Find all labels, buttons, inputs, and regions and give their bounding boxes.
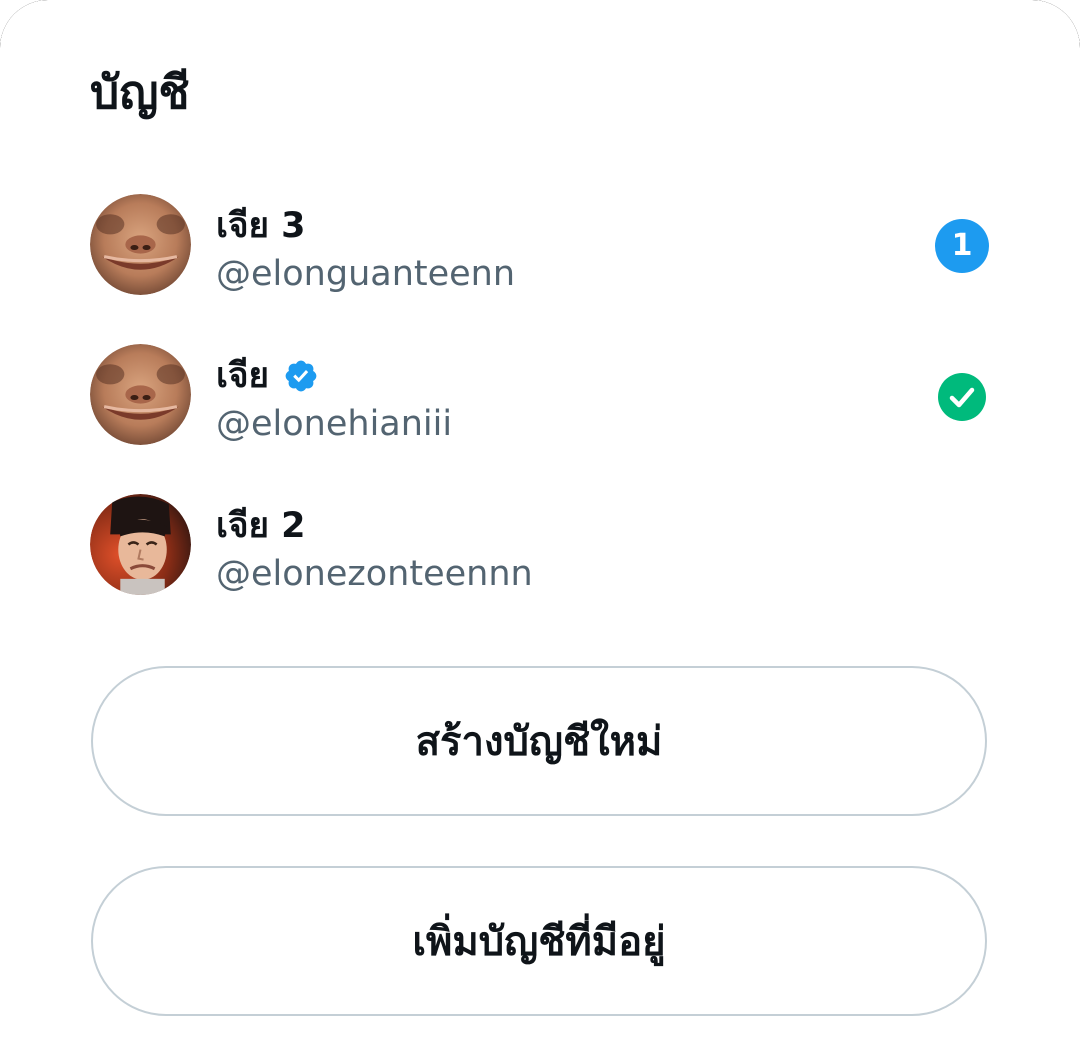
display-name: เจีย 2 xyxy=(216,506,306,546)
add-existing-account-label: เพิ่มบัญชีที่มีอยู่ xyxy=(412,919,666,965)
account-name-line: เจีย 3 xyxy=(216,204,306,248)
active-account-check-icon xyxy=(938,373,986,421)
create-account-button[interactable]: สร้างบัญชีใหม่ xyxy=(91,666,987,816)
account-row[interactable]: เจีย 3 @elonguanteenn 1 xyxy=(0,170,1080,320)
account-handle: @elonehianiii xyxy=(216,404,453,444)
display-name: เจีย 3 xyxy=(216,206,306,246)
create-account-label: สร้างบัญชีใหม่ xyxy=(415,719,663,765)
verified-badge-icon xyxy=(283,358,319,394)
notification-count-badge: 1 xyxy=(935,219,989,273)
account-handle: @elonezonteennn xyxy=(216,554,533,594)
account-row[interactable]: เจีย @elonehianiii xyxy=(0,320,1080,470)
account-switcher-sheet: บัญชี เจีย 3 @elonguanteenn 1 เจีย @elon… xyxy=(0,0,1080,1039)
avatar xyxy=(90,344,191,445)
add-existing-account-button[interactable]: เพิ่มบัญชีที่มีอยู่ xyxy=(91,866,987,1016)
account-handle: @elonguanteenn xyxy=(216,254,516,294)
avatar xyxy=(90,194,191,295)
account-name-line: เจีย xyxy=(216,354,319,398)
face-avatar-stretched-icon xyxy=(90,194,191,295)
account-row[interactable]: เจีย 2 @elonezonteennn xyxy=(0,470,1080,620)
face-avatar-grimace-icon xyxy=(90,494,191,595)
display-name: เจีย xyxy=(216,356,269,396)
account-name-line: เจีย 2 xyxy=(216,504,306,548)
face-avatar-stretched-icon xyxy=(90,344,191,445)
sheet-title: บัญชี xyxy=(90,65,190,119)
avatar xyxy=(90,494,191,595)
sheet-panel: บัญชี เจีย 3 @elonguanteenn 1 เจีย @elon… xyxy=(0,0,1080,1039)
